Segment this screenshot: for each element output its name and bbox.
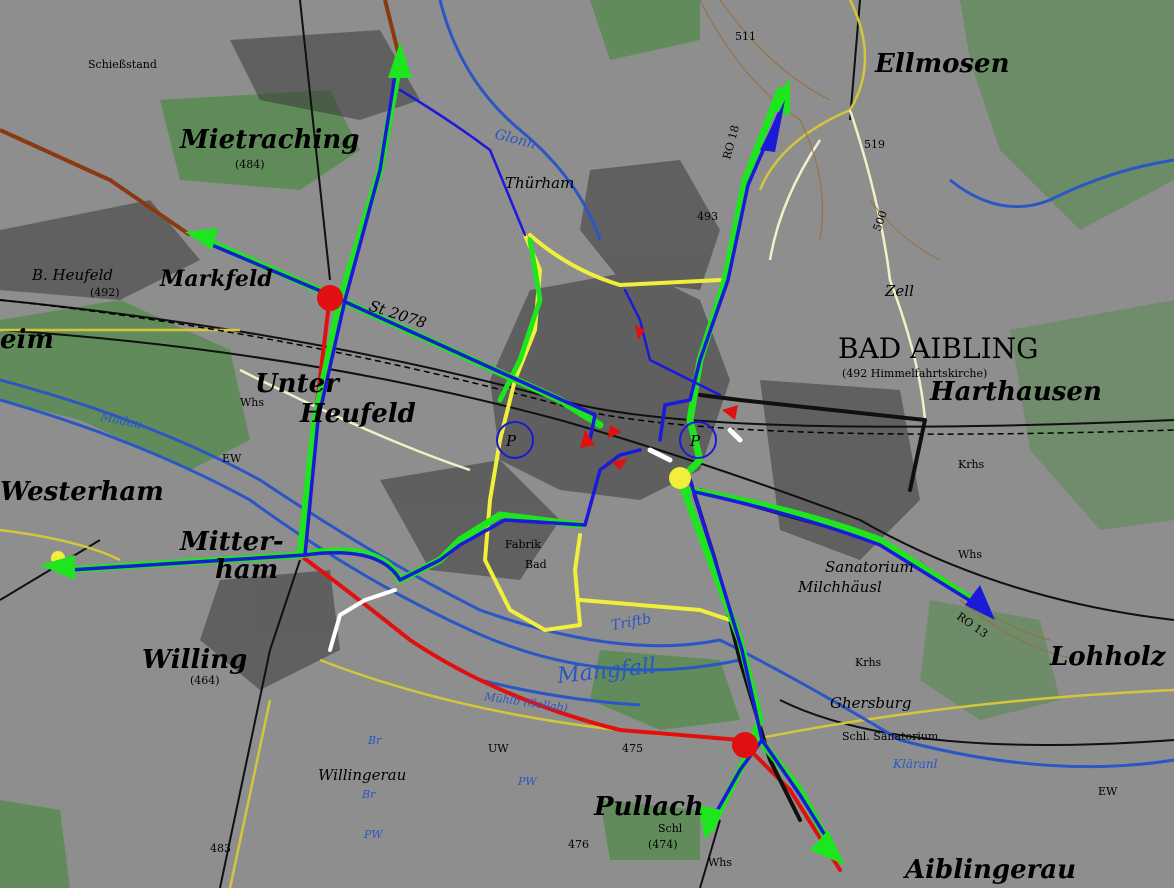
label-pullach-elev: (474) (648, 838, 678, 851)
label-bad-aibling: BAD AIBLING (838, 332, 1039, 365)
label-mietraching: Mietraching (179, 125, 359, 155)
label-zell: Zell (884, 282, 914, 300)
label-ghersburg: Ghersburg (830, 694, 911, 712)
label-pw-1: PW (517, 775, 538, 788)
label-ew-east: EW (1098, 785, 1118, 798)
label-mietraching-elev: (484) (235, 158, 265, 171)
label-whs-west: Whs (240, 396, 264, 409)
label-sanatorium: Sanatorium (825, 558, 914, 576)
label-ham: ham (215, 555, 278, 585)
label-pw-2: PW (363, 828, 384, 841)
label-br-1: Br (367, 734, 382, 747)
label-uw: UW (488, 742, 509, 755)
label-willing: Willing (142, 645, 247, 675)
label-heufeld: Heufeld (299, 399, 416, 429)
label-milchhausl: Milchhäusl (797, 578, 882, 596)
junction-marker-center (669, 467, 691, 489)
label-aiblingerau: Aiblingerau (902, 855, 1076, 885)
label-willing-elev: (464) (190, 674, 220, 687)
label-elev-476: 476 (568, 838, 589, 851)
label-klaranl: Kläranl (892, 757, 938, 771)
label-willingerau: Willingerau (318, 766, 406, 784)
parking-letter-west: P (505, 432, 517, 450)
label-ew-west: EW (222, 452, 242, 465)
label-schiessstand: Schießstand (88, 58, 157, 71)
label-lohholz: Lohholz (1049, 642, 1167, 672)
label-mitter: Mitter- (179, 527, 284, 557)
label-thurham: Thürham (505, 174, 574, 192)
label-elev-475: 475 (622, 742, 643, 755)
label-markfeld: Markfeld (159, 266, 273, 292)
label-unter: Unter (255, 369, 341, 399)
label-elev-519: 519 (864, 138, 885, 151)
label-br-2: Br (361, 788, 376, 801)
label-whs-south: Whs (708, 856, 732, 869)
label-bheufeld-elev: (492) (90, 286, 120, 299)
label-schl-sanatorium: Schl. Sanatorium (842, 730, 939, 743)
label-elev-493: 493 (697, 210, 718, 223)
topographic-map[interactable]: P P Ellmosen Mietraching (484) Thürham M… (0, 0, 1174, 888)
label-pullach: Pullach (593, 792, 704, 822)
label-fabrik: Fabrik (505, 538, 541, 551)
parking-letter-east: P (689, 432, 701, 450)
label-westerham: Westerham (0, 477, 164, 507)
label-elev-511: 511 (735, 30, 756, 43)
junction-marker-markfeld (317, 285, 343, 311)
label-ellmosen: Ellmosen (874, 49, 1010, 79)
label-bheufeld: B. Heufeld (31, 266, 113, 284)
junction-marker-pullach (732, 732, 758, 758)
label-bad-small: Bad (525, 558, 547, 571)
label-elev-483: 483 (210, 842, 231, 855)
label-krhs-east: Krhs (958, 458, 985, 471)
label-whs-east: Whs (958, 548, 982, 561)
label-heim: eim (0, 325, 54, 355)
label-harthausen: Harthausen (929, 377, 1102, 407)
label-krhs-south: Krhs (855, 656, 882, 669)
label-schl: Schl (658, 822, 683, 835)
